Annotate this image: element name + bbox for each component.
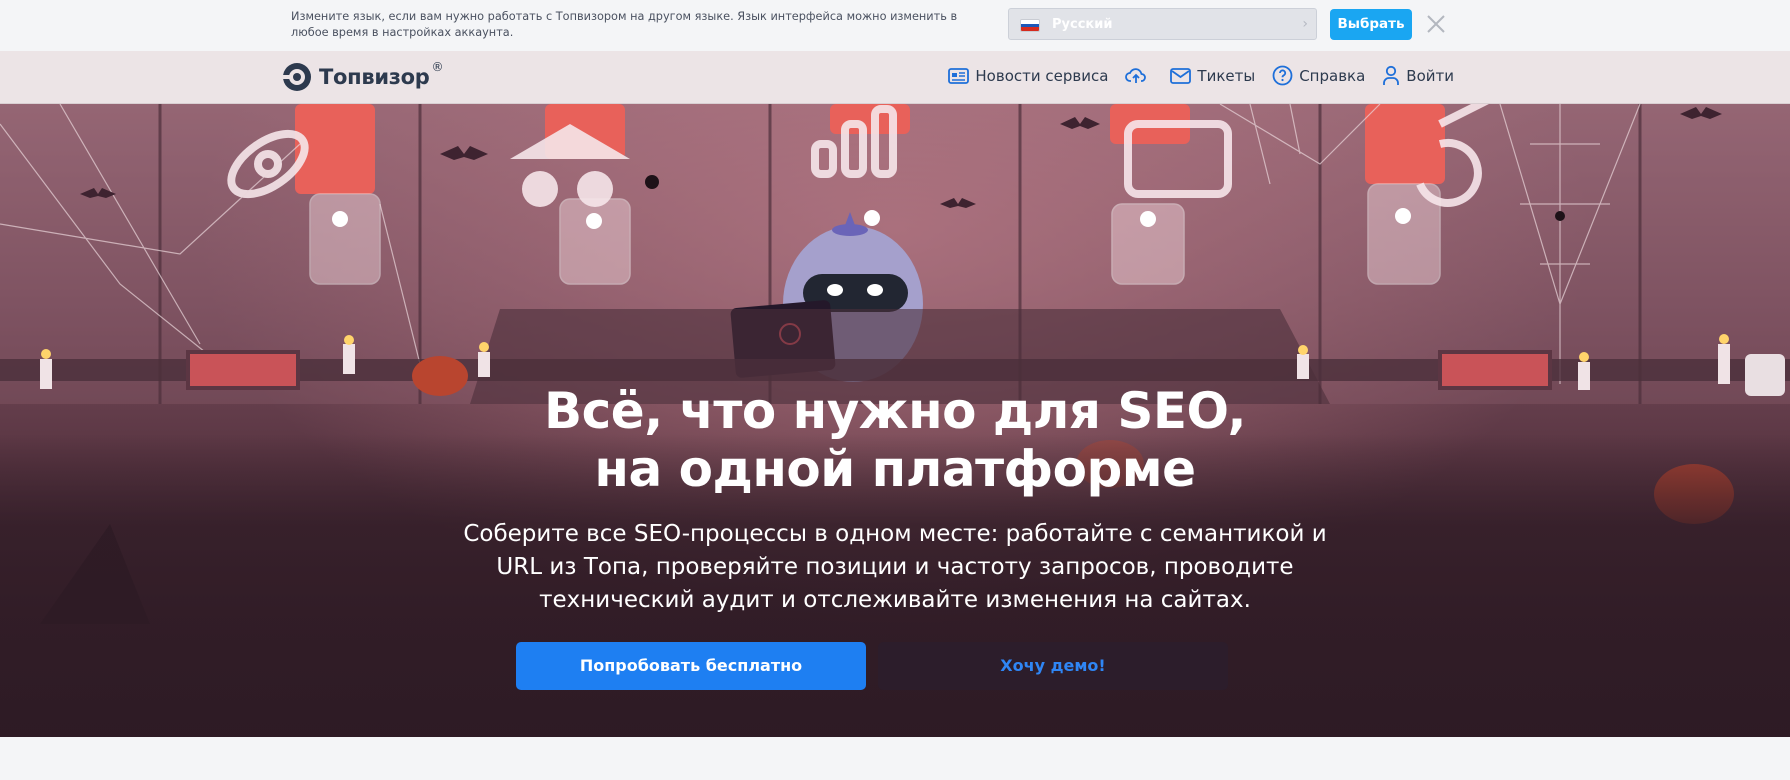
selected-language: Русский bbox=[1052, 17, 1113, 32]
chevron-right-icon: › bbox=[1302, 16, 1308, 32]
news-icon bbox=[948, 67, 970, 84]
help-circle-icon bbox=[1272, 65, 1293, 86]
hero-title-line-1: Всё, что нужно для SEO, bbox=[544, 382, 1246, 440]
hero-title: Всё, что нужно для SEO, на одной платфор… bbox=[0, 382, 1790, 498]
nav-help-label: Справка bbox=[1299, 66, 1366, 85]
close-icon[interactable] bbox=[1424, 12, 1448, 36]
russia-flag-icon bbox=[1020, 19, 1040, 32]
hero-subtitle: Соберите все SEO-процессы в одном месте:… bbox=[463, 521, 1327, 613]
language-select[interactable]: Русский › bbox=[1008, 8, 1317, 40]
site-header: Топвизор ® Новости сервиса Тикеты Справк… bbox=[0, 51, 1790, 104]
registered-mark: ® bbox=[431, 60, 444, 74]
nav-login-label: Войти bbox=[1406, 66, 1454, 85]
nav-login[interactable]: Войти bbox=[1382, 65, 1454, 86]
nav-tickets-label: Тикеты bbox=[1197, 66, 1256, 85]
hero-section: Всё, что нужно для SEO, на одной платфор… bbox=[0, 104, 1790, 737]
page-below-hero bbox=[0, 737, 1790, 780]
user-icon bbox=[1383, 65, 1400, 85]
logo-text: Топвизор bbox=[319, 65, 430, 89]
hero-title-line-2: на одной платформе bbox=[594, 440, 1196, 498]
logo-icon bbox=[283, 63, 311, 91]
mail-icon bbox=[1170, 67, 1192, 84]
choose-language-button[interactable]: Выбрать bbox=[1330, 9, 1412, 40]
logo[interactable]: Топвизор ® bbox=[281, 60, 444, 94]
try-free-button[interactable]: Попробовать бесплатно bbox=[516, 642, 866, 690]
nav-news-label: Новости сервиса bbox=[975, 66, 1109, 85]
nav-news[interactable]: Новости сервиса bbox=[948, 67, 1108, 85]
nav-upload[interactable] bbox=[1125, 67, 1153, 85]
nav-tickets[interactable]: Тикеты bbox=[1170, 67, 1255, 85]
nav-help[interactable]: Справка bbox=[1272, 65, 1365, 86]
language-message: Измените язык, если вам нужно работать с… bbox=[291, 10, 958, 39]
header-nav: Новости сервиса Тикеты Справка Войти bbox=[931, 65, 1454, 86]
request-demo-button[interactable]: Хочу демо! bbox=[878, 642, 1228, 690]
language-bar: Измените язык, если вам нужно работать с… bbox=[0, 0, 1790, 52]
cloud-upload-icon bbox=[1125, 67, 1147, 83]
